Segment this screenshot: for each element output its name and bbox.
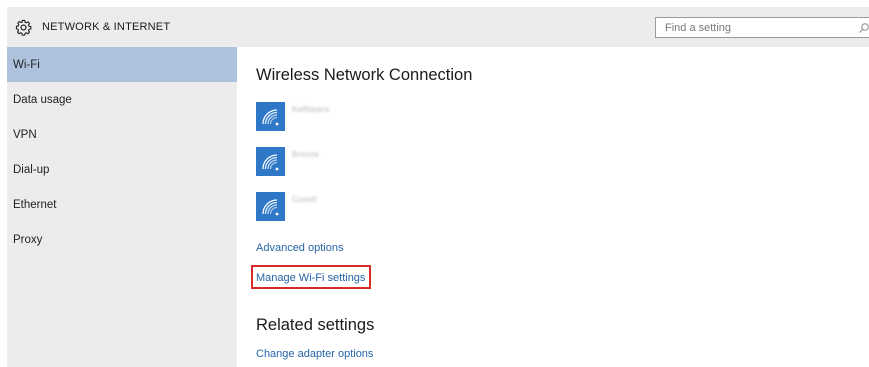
- wifi-network-name: Cosett: [292, 195, 317, 204]
- advanced-options-link[interactable]: Advanced options: [256, 242, 343, 254]
- wifi-network-name: Kellhpans: [292, 105, 330, 114]
- wifi-network-item[interactable]: Kellhpans: [256, 102, 456, 132]
- section-title-wireless: Wireless Network Connection: [256, 66, 473, 84]
- manage-wifi-settings-link[interactable]: Manage Wi-Fi settings: [256, 272, 365, 284]
- main-content: Wireless Network Connection Kellhpans Br…: [251, 47, 856, 367]
- wifi-network-name: Brevne: [292, 150, 320, 159]
- wifi-icon: [256, 102, 285, 131]
- sidebar-item-wifi[interactable]: Wi-Fi: [7, 47, 237, 82]
- sidebar-item-ethernet[interactable]: Ethernet: [7, 187, 237, 222]
- wifi-network-item[interactable]: Cosett: [256, 192, 456, 222]
- search-icon[interactable]: [858, 21, 869, 33]
- wifi-network-item[interactable]: Brevne: [256, 147, 456, 177]
- sidebar-item-dial-up[interactable]: Dial-up: [7, 152, 237, 187]
- sidebar-item-label: Ethernet: [13, 198, 57, 211]
- sidebar-item-label: VPN: [13, 128, 37, 141]
- change-adapter-options-link[interactable]: Change adapter options: [256, 348, 373, 360]
- sidebar-item-proxy[interactable]: Proxy: [7, 222, 237, 257]
- wifi-icon: [256, 192, 285, 221]
- page-title: NETWORK & INTERNET: [42, 21, 171, 33]
- sidebar-item-label: Dial-up: [13, 163, 50, 176]
- sidebar: Wi-Fi Data usage VPN Dial-up Ethernet Pr…: [7, 47, 237, 367]
- sidebar-item-vpn[interactable]: VPN: [7, 117, 237, 152]
- gear-icon: [14, 18, 32, 36]
- sidebar-item-label: Wi-Fi: [13, 58, 40, 71]
- sidebar-item-label: Data usage: [13, 93, 72, 106]
- header-bar: NETWORK & INTERNET: [7, 7, 869, 47]
- sidebar-item-label: Proxy: [13, 233, 43, 246]
- search-input[interactable]: [656, 18, 851, 37]
- header-left: NETWORK & INTERNET: [7, 7, 170, 47]
- sidebar-item-data-usage[interactable]: Data usage: [7, 82, 237, 117]
- wifi-icon: [256, 147, 285, 176]
- search-box[interactable]: [655, 17, 869, 38]
- section-title-related: Related settings: [256, 316, 375, 334]
